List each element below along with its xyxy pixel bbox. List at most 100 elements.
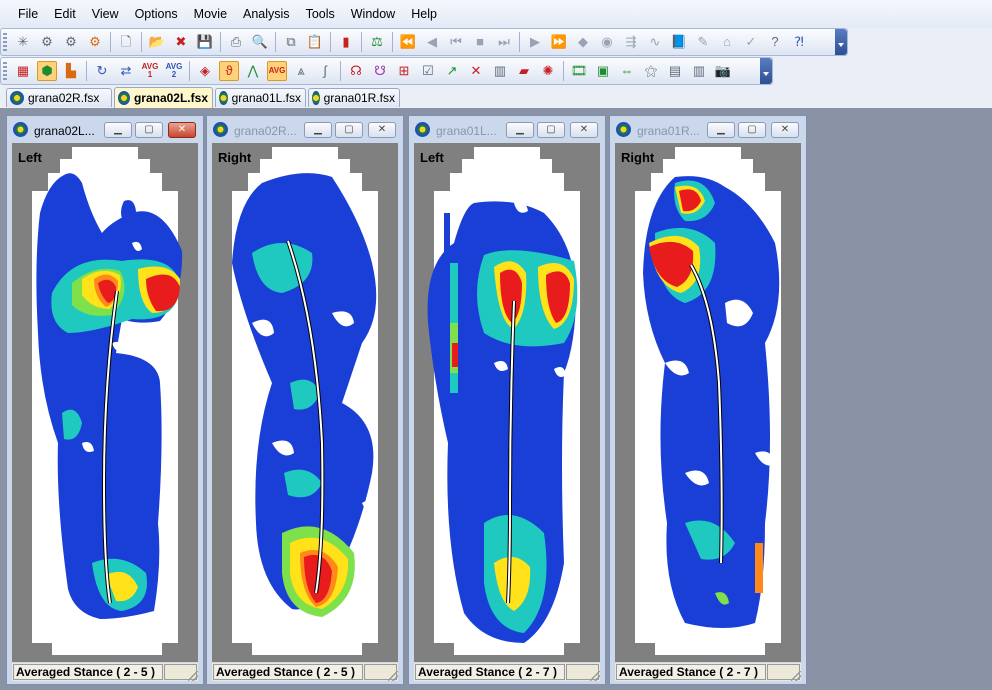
signal-icon[interactable]: ✺: [538, 61, 558, 81]
foot-outline-icon[interactable]: ☋: [370, 61, 390, 81]
peak-icon[interactable]: ⋀: [243, 61, 263, 81]
house-icon[interactable]: ⌂: [717, 32, 737, 52]
maximize-button[interactable]: ▢: [135, 122, 163, 138]
camera-record-icon[interactable]: ◉: [597, 32, 617, 52]
split-arrows-icon[interactable]: ⇶: [621, 32, 641, 52]
document-window[interactable]: grana01R... ▁ ▢ ✕ Right Averaged Stance …: [609, 115, 807, 685]
resize-grip[interactable]: [388, 671, 398, 681]
integral-icon[interactable]: ∫: [315, 61, 335, 81]
window-title-bar[interactable]: grana01L... ▁ ▢ ✕: [409, 116, 605, 143]
minimize-button[interactable]: ▁: [304, 122, 332, 138]
average-2-icon[interactable]: AVG 2: [164, 61, 184, 81]
toolbar-options-button[interactable]: [835, 29, 847, 55]
close-file-icon[interactable]: ✖: [171, 32, 191, 52]
3d-display-icon[interactable]: ▙: [61, 61, 81, 81]
display-2d-icon[interactable]: ▦: [13, 61, 33, 81]
film-icon[interactable]: 🎞: [569, 61, 589, 81]
maximize-button[interactable]: ▢: [537, 122, 565, 138]
close-button[interactable]: ✕: [771, 122, 799, 138]
document-tab[interactable]: grana02L.fsx: [114, 87, 213, 108]
new-file-icon[interactable]: 🗋: [116, 32, 136, 52]
grid-icon[interactable]: ⊞: [394, 61, 414, 81]
resize-grip[interactable]: [791, 671, 801, 681]
check-sheet-icon[interactable]: ✓: [741, 32, 761, 52]
swap-arrows-icon[interactable]: ⇄: [116, 61, 136, 81]
minimize-button[interactable]: ▁: [707, 122, 735, 138]
fast-forward-icon[interactable]: ⏩: [549, 32, 569, 52]
document-tab[interactable]: grana02R.fsx: [6, 88, 112, 107]
document-tab[interactable]: grana01L.fsx: [215, 88, 306, 107]
step-back-icon[interactable]: ◀: [422, 32, 442, 52]
marker-icon[interactable]: ◆: [573, 32, 593, 52]
copy-icon[interactable]: ⧉: [281, 32, 301, 52]
asterisk-icon[interactable]: ✳: [13, 32, 33, 52]
tile-vertical-icon[interactable]: ▥: [689, 61, 709, 81]
menu-file[interactable]: File: [0, 0, 46, 28]
close-button[interactable]: ✕: [168, 122, 196, 138]
paste-icon[interactable]: 📋: [305, 32, 325, 52]
minimize-button[interactable]: ▁: [104, 122, 132, 138]
window-title-bar[interactable]: grana02L... ▁ ▢ ✕: [7, 116, 203, 143]
film-compare-icon[interactable]: ⇔: [617, 61, 637, 81]
contour-display-icon[interactable]: ⬢: [37, 61, 57, 81]
pressure-map-view[interactable]: Left: [12, 143, 198, 662]
toolbar-grip[interactable]: [3, 33, 7, 51]
chart-arrow-icon[interactable]: ↗: [442, 61, 462, 81]
close-button[interactable]: ✕: [368, 122, 396, 138]
resize-grip[interactable]: [188, 671, 198, 681]
pressure-map-view[interactable]: Right: [212, 143, 398, 662]
film-sequence-icon[interactable]: ▣: [593, 61, 613, 81]
menu-options[interactable]: Options: [127, 0, 186, 28]
print-preview-icon[interactable]: 🔍: [250, 32, 270, 52]
rewind-fast-icon[interactable]: ⏪: [398, 32, 418, 52]
toolbar-grip[interactable]: [3, 62, 7, 80]
menu-edit[interactable]: Edit: [46, 0, 84, 28]
average-display-icon[interactable]: AVG: [267, 61, 287, 81]
bar-chart-icon[interactable]: ▥: [490, 61, 510, 81]
open-folder-icon[interactable]: 📂: [147, 32, 167, 52]
document-window[interactable]: grana02L... ▁ ▢ ✕ Left Averaged Stance (…: [6, 115, 204, 685]
edit-sheet-icon[interactable]: ✎: [693, 32, 713, 52]
window-title-bar[interactable]: grana01R... ▁ ▢ ✕: [610, 116, 806, 143]
pressure-map-view[interactable]: Right: [615, 143, 801, 662]
foot-pair-icon[interactable]: ☊: [346, 61, 366, 81]
resize-grip[interactable]: [590, 671, 600, 681]
gears-icon[interactable]: ⚙: [37, 32, 57, 52]
toolbar-options-button[interactable]: [760, 58, 772, 84]
maximize-button[interactable]: ▢: [738, 122, 766, 138]
book-icon[interactable]: 📘: [669, 32, 689, 52]
color-scale-icon[interactable]: ▮: [336, 32, 356, 52]
maximize-button[interactable]: ▢: [335, 122, 363, 138]
context-help-icon[interactable]: ⁈: [789, 32, 809, 52]
document-window[interactable]: grana01L... ▁ ▢ ✕ Left Averaged Stance (…: [408, 115, 606, 685]
key-gear-icon[interactable]: ⚙: [85, 32, 105, 52]
stop-icon[interactable]: ■: [470, 32, 490, 52]
pressure-map-view[interactable]: Left: [414, 143, 600, 662]
print-icon[interactable]: ⎙: [226, 32, 246, 52]
go-end-icon[interactable]: ⏭: [494, 32, 514, 52]
graph-icon[interactable]: ☑: [418, 61, 438, 81]
close-button[interactable]: ✕: [570, 122, 598, 138]
refresh-icon[interactable]: ↻: [92, 61, 112, 81]
snapshot-camera-icon[interactable]: 📷: [713, 61, 733, 81]
diamond-icon[interactable]: ◈: [195, 61, 215, 81]
cross-icon[interactable]: ✕: [466, 61, 486, 81]
menu-window[interactable]: Window: [343, 0, 403, 28]
help-icon[interactable]: ?: [765, 32, 785, 52]
triangles-icon[interactable]: ⩓: [291, 61, 311, 81]
document-tab[interactable]: grana01R.fsx: [308, 88, 400, 107]
window-title-bar[interactable]: grana02R... ▁ ▢ ✕: [207, 116, 403, 143]
go-start-icon[interactable]: ⏮: [446, 32, 466, 52]
shoe-icon[interactable]: ▰: [514, 61, 534, 81]
wand-icon[interactable]: ⚝: [641, 61, 661, 81]
menu-help[interactable]: Help: [403, 0, 445, 28]
gear-settings-icon[interactable]: ⚙: [61, 32, 81, 52]
menu-tools[interactable]: Tools: [298, 0, 343, 28]
minimize-button[interactable]: ▁: [506, 122, 534, 138]
menu-movie[interactable]: Movie: [186, 0, 235, 28]
average-1-icon[interactable]: AVG 1: [140, 61, 160, 81]
curve-icon[interactable]: ∿: [645, 32, 665, 52]
menu-analysis[interactable]: Analysis: [235, 0, 298, 28]
play-icon[interactable]: ▶: [525, 32, 545, 52]
calibrate-icon[interactable]: ⚖: [367, 32, 387, 52]
